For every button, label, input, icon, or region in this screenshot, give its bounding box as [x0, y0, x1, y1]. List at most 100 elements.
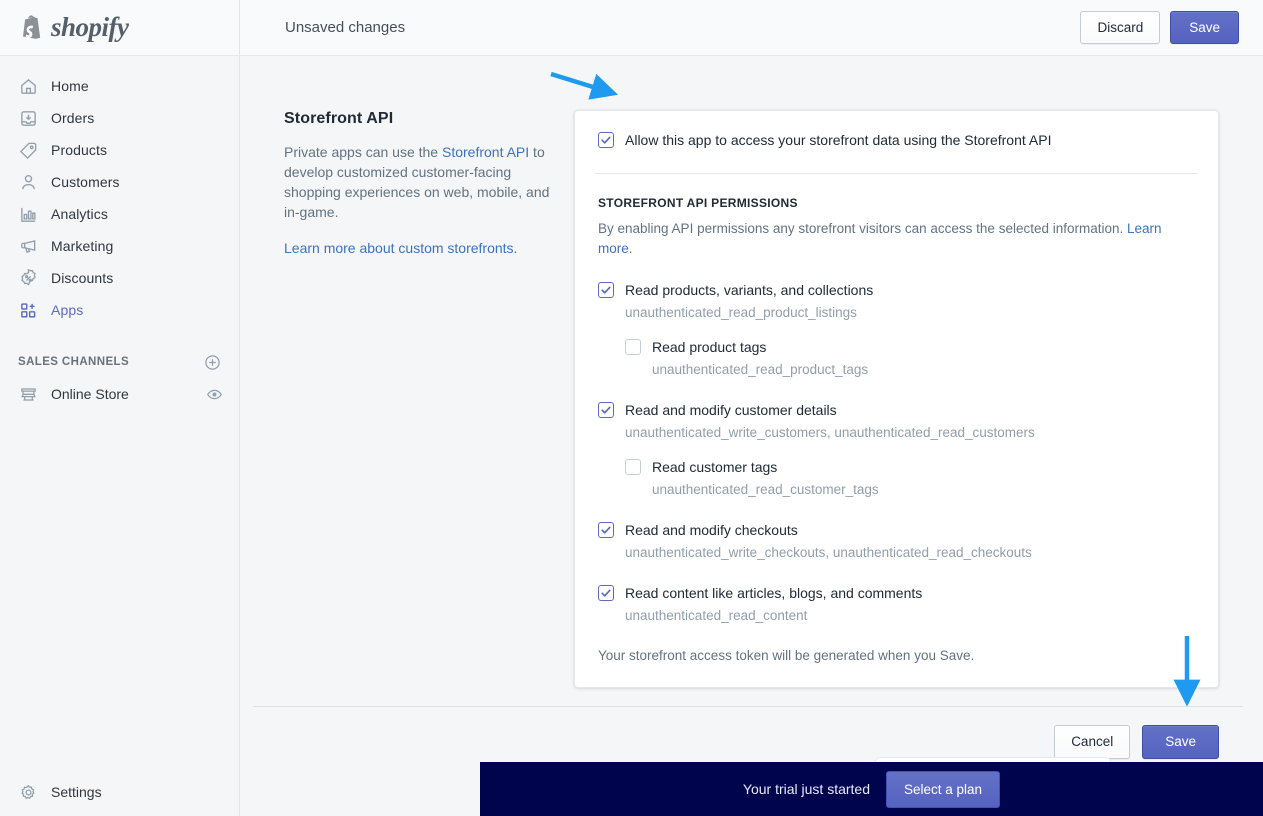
- gear-icon: [18, 782, 38, 802]
- trial-banner-text: Your trial just started: [743, 781, 870, 797]
- permission-row[interactable]: Read and modify customer details: [598, 401, 1198, 419]
- permission-row[interactable]: Read and modify checkouts: [598, 521, 1198, 539]
- sidebar-item-settings[interactable]: Settings: [0, 768, 239, 816]
- permission-checkbox-read-products[interactable]: [598, 282, 614, 298]
- select-a-plan-button[interactable]: Select a plan: [886, 771, 1000, 808]
- enable-section: Allow this app to access your storefront…: [575, 111, 1218, 173]
- permission-checkbox-read-customer-tags[interactable]: [625, 459, 641, 475]
- permission-label[interactable]: Read content like articles, blogs, and c…: [625, 584, 922, 602]
- enable-storefront-api-checkbox[interactable]: [598, 132, 614, 148]
- primary-nav: Home Orders: [0, 56, 239, 326]
- sidebar-item-apps[interactable]: Apps: [10, 294, 231, 326]
- permission-scope: unauthenticated_read_product_tags: [652, 361, 1198, 378]
- cancel-button[interactable]: Cancel: [1054, 725, 1130, 759]
- eye-icon[interactable]: [205, 385, 223, 403]
- sidebar-item-label: Marketing: [51, 238, 113, 254]
- page-content: Storefront API Private apps can use the …: [240, 56, 1263, 759]
- perm-desc-pre: By enabling API permissions any storefro…: [598, 221, 1127, 236]
- permission-checkbox-read-product-tags[interactable]: [625, 339, 641, 355]
- orders-inbox-icon: [18, 108, 38, 128]
- sidebar-item-analytics[interactable]: Analytics: [10, 198, 231, 230]
- unsaved-changes-label: Unsaved changes: [285, 19, 1080, 36]
- permission-row[interactable]: Read content like articles, blogs, and c…: [598, 584, 1198, 602]
- permissions-heading: STOREFRONT API PERMISSIONS: [598, 196, 1198, 210]
- permission-label[interactable]: Read product tags: [652, 338, 766, 356]
- main-area: Unsaved changes Discard Save Storefront …: [240, 0, 1263, 816]
- permissions-section: STOREFRONT API PERMISSIONS By enabling A…: [575, 174, 1218, 687]
- sidebar-item-label: Customers: [51, 174, 120, 190]
- permissions-list: Read products, variants, and collections…: [598, 281, 1198, 624]
- learn-more-custom-storefronts-link[interactable]: Learn more about custom storefronts.: [284, 240, 517, 256]
- sidebar-item-orders[interactable]: Orders: [10, 102, 231, 134]
- discount-percent-icon: [18, 268, 38, 288]
- page-title: Storefront API: [284, 110, 554, 128]
- bar-chart-icon: [18, 204, 38, 224]
- permission-scope: unauthenticated_write_checkouts, unauthe…: [625, 544, 1198, 561]
- desc-pre: Private apps can use the: [284, 144, 442, 160]
- save-button-bottom[interactable]: Save: [1142, 725, 1219, 759]
- nested-permission: Read product tags unauthenticated_read_p…: [625, 338, 1198, 378]
- shopify-admin-app: shopify Home: [0, 0, 1263, 816]
- brand-header[interactable]: shopify: [0, 0, 239, 56]
- permission-scope: unauthenticated_read_customer_tags: [652, 481, 1198, 498]
- plus-circle-icon[interactable]: [203, 353, 221, 371]
- permission-scope: unauthenticated_write_customers, unauthe…: [625, 424, 1198, 441]
- save-button-top[interactable]: Save: [1170, 11, 1239, 45]
- megaphone-icon: [18, 236, 38, 256]
- sidebar-item-products[interactable]: Products: [10, 134, 231, 166]
- sidebar-item-label: Orders: [51, 110, 94, 126]
- perm-desc-post: .: [629, 241, 633, 256]
- enable-storefront-api-row[interactable]: Allow this app to access your storefront…: [598, 131, 1198, 149]
- section-title: SALES CHANNELS: [18, 356, 129, 368]
- channel-label: Online Store: [51, 386, 192, 402]
- permission-label[interactable]: Read products, variants, and collections: [625, 281, 873, 299]
- storefront-api-info-panel: Storefront API Private apps can use the …: [284, 110, 574, 688]
- sidebar-item-customers[interactable]: Customers: [10, 166, 231, 198]
- custom-storefronts-paragraph: Learn more about custom storefronts.: [284, 238, 554, 258]
- home-icon: [18, 76, 38, 96]
- shopify-logo[interactable]: shopify: [18, 12, 129, 43]
- permission-label[interactable]: Read and modify checkouts: [625, 521, 798, 539]
- sidebar-item-label: Home: [51, 78, 89, 94]
- permission-row[interactable]: Read product tags: [625, 338, 1198, 356]
- brand-name: shopify: [51, 12, 129, 43]
- apps-grid-plus-icon: [18, 300, 38, 320]
- permission-item: Read and modify checkouts unauthenticate…: [598, 521, 1198, 561]
- enable-storefront-api-label[interactable]: Allow this app to access your storefront…: [625, 131, 1051, 149]
- sidebar-item-label: Products: [51, 142, 107, 158]
- access-token-note: Your storefront access token will be gen…: [598, 648, 1198, 663]
- permission-label[interactable]: Read and modify customer details: [625, 401, 837, 419]
- permission-checkbox-read-modify-customers[interactable]: [598, 402, 614, 418]
- storefront-api-description: Private apps can use the Storefront API …: [284, 142, 554, 222]
- settings-label: Settings: [51, 784, 102, 800]
- permission-row[interactable]: Read products, variants, and collections: [598, 281, 1198, 299]
- permission-item: Read and modify customer details unauthe…: [598, 401, 1198, 498]
- sales-channels-section-header: SALES CHANNELS: [18, 352, 221, 372]
- sidebar-item-online-store[interactable]: Online Store: [10, 378, 231, 410]
- storefront-api-card: Allow this app to access your storefront…: [574, 110, 1219, 688]
- permission-checkbox-read-content[interactable]: [598, 585, 614, 601]
- permission-scope: unauthenticated_read_content: [625, 607, 1198, 624]
- sidebar: shopify Home: [0, 0, 240, 816]
- sidebar-item-marketing[interactable]: Marketing: [10, 230, 231, 262]
- permission-label[interactable]: Read customer tags: [652, 458, 777, 476]
- storefront-api-link[interactable]: Storefront API: [442, 144, 529, 160]
- storefront-api-card-column: Allow this app to access your storefront…: [574, 110, 1219, 688]
- sidebar-item-discounts[interactable]: Discounts: [10, 262, 231, 294]
- permission-scope: unauthenticated_read_product_listings: [625, 304, 1198, 321]
- contextual-save-bar: Unsaved changes Discard Save: [240, 0, 1263, 56]
- person-icon: [18, 172, 38, 192]
- permission-row[interactable]: Read customer tags: [625, 458, 1198, 476]
- sidebar-item-label: Discounts: [51, 270, 113, 286]
- permission-item: Read products, variants, and collections…: [598, 281, 1198, 378]
- storefront-icon: [18, 384, 38, 404]
- permission-item: Read content like articles, blogs, and c…: [598, 584, 1198, 624]
- sidebar-item-label: Apps: [51, 302, 83, 318]
- footer-actions: Cancel Save: [240, 707, 1263, 759]
- sidebar-item-home[interactable]: Home: [10, 70, 231, 102]
- permission-checkbox-read-modify-checkouts[interactable]: [598, 522, 614, 538]
- sidebar-item-label: Analytics: [51, 206, 108, 222]
- tag-icon: [18, 140, 38, 160]
- nested-permission: Read customer tags unauthenticated_read_…: [625, 458, 1198, 498]
- discard-button[interactable]: Discard: [1080, 11, 1160, 45]
